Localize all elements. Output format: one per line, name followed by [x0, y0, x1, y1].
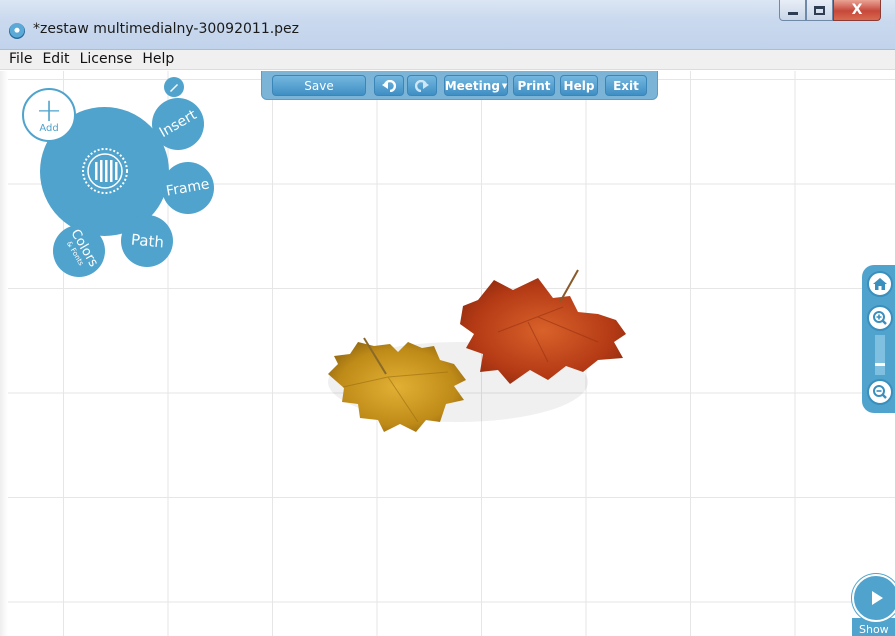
save-button[interactable]: Save	[272, 75, 366, 96]
show-label: Show	[859, 623, 889, 636]
print-label: Print	[517, 78, 551, 93]
meeting-button[interactable]: Meeting ▼	[444, 75, 508, 96]
zoom-in-icon	[873, 311, 887, 325]
window-controls: X	[779, 0, 881, 21]
print-button[interactable]: Print	[513, 75, 555, 96]
colors-fonts-text: Colors & Fonts	[59, 227, 101, 274]
frame-button[interactable]: Frame	[162, 162, 214, 214]
path-label: Path	[129, 230, 165, 252]
redo-icon	[415, 79, 429, 92]
menu-help[interactable]: Help	[137, 50, 179, 69]
menu-edit[interactable]: Edit	[37, 50, 74, 69]
frame-label: Frame	[165, 176, 211, 200]
help-button[interactable]: Help	[560, 75, 598, 96]
zoom-out-icon	[873, 385, 887, 399]
home-icon	[873, 278, 887, 290]
close-button[interactable]: X	[833, 0, 881, 21]
title-bar: *zestaw multimedialny-30092011.pez X	[0, 0, 895, 50]
insert-button[interactable]: Insert	[152, 98, 204, 150]
plus-icon: +	[35, 91, 63, 129]
zebra-emblem-icon	[82, 148, 128, 194]
play-icon	[872, 591, 883, 605]
path-button[interactable]: Path	[121, 215, 173, 267]
menu-bar: File Edit License Help	[0, 50, 895, 70]
help-label: Help	[563, 78, 595, 93]
redo-button[interactable]	[407, 75, 437, 96]
maximize-button[interactable]	[806, 0, 833, 21]
menu-file[interactable]: File	[4, 50, 37, 69]
menu-license[interactable]: License	[75, 50, 138, 69]
pen-tool-button[interactable]	[164, 77, 184, 97]
show-button[interactable]	[852, 574, 895, 622]
window-title: *zestaw multimedialny-30092011.pez	[33, 21, 300, 37]
autumn-leaves-image[interactable]	[298, 262, 644, 452]
canvas-left-edge	[0, 71, 8, 636]
exit-button[interactable]: Exit	[605, 75, 647, 96]
undo-button[interactable]	[374, 75, 404, 96]
top-toolbar: Save Meeting ▼ Print Help Exit	[261, 71, 658, 100]
app-window: *zestaw multimedialny-30092011.pez X Fil…	[0, 0, 895, 636]
exit-label: Exit	[613, 78, 639, 93]
colors-fonts-button[interactable]: Colors & Fonts	[53, 225, 105, 277]
zoom-panel	[862, 265, 895, 413]
minimize-icon	[787, 11, 798, 15]
maximize-icon	[814, 5, 825, 15]
undo-icon	[382, 79, 396, 92]
zoom-out-button[interactable]	[867, 379, 893, 405]
pen-icon	[170, 84, 178, 92]
minimize-button[interactable]	[779, 0, 806, 21]
close-icon: X	[851, 2, 863, 18]
zoom-in-button[interactable]	[867, 305, 893, 331]
zoom-slider-handle[interactable]	[875, 363, 885, 366]
add-label: Add	[39, 123, 59, 134]
insert-label: Insert	[156, 107, 200, 141]
prezi-app-icon	[9, 23, 25, 39]
meeting-label: Meeting	[444, 78, 500, 93]
home-button[interactable]	[867, 271, 893, 297]
red-leaf	[460, 278, 626, 384]
chevron-down-icon: ▼	[501, 81, 508, 90]
save-label: Save	[304, 78, 334, 93]
add-button[interactable]: + Add	[22, 88, 76, 142]
zoom-slider-track[interactable]	[875, 335, 885, 375]
